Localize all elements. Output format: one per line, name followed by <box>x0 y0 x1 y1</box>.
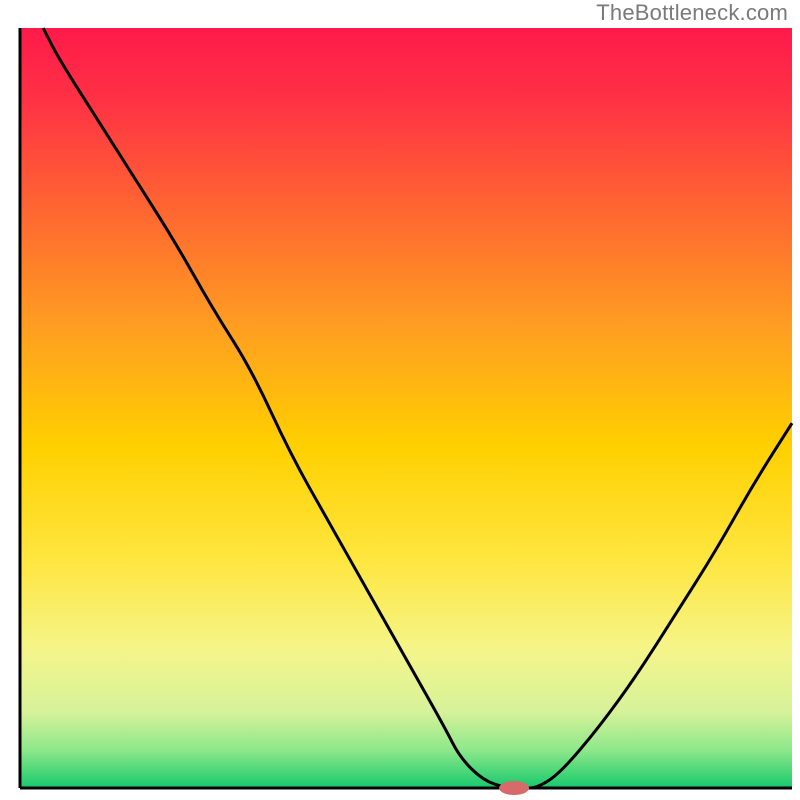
bottleneck-chart <box>0 0 800 800</box>
chart-background <box>20 28 792 788</box>
watermark-text: TheBottleneck.com <box>596 0 788 26</box>
optimal-point-marker <box>499 781 529 795</box>
